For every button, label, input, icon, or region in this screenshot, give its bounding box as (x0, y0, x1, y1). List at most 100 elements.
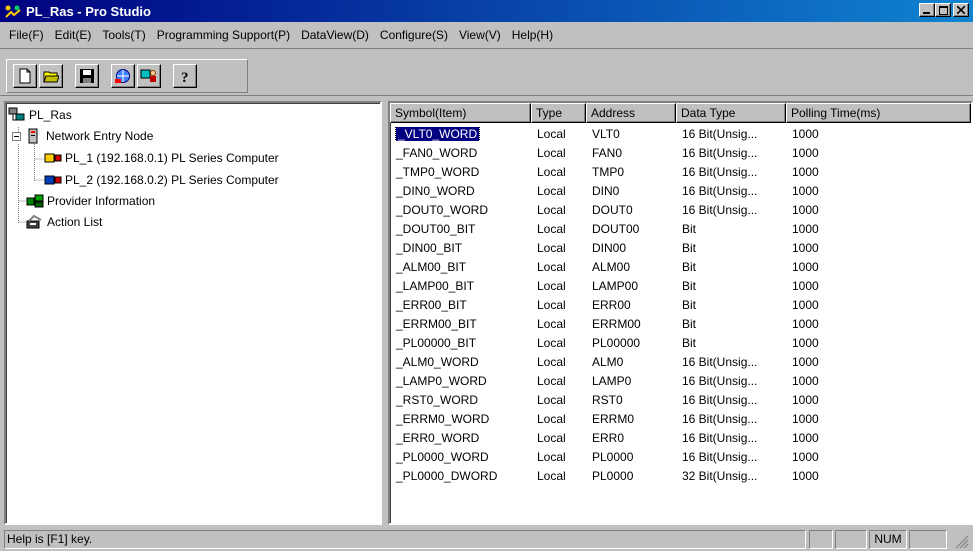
menu-file[interactable]: File(F) (4, 26, 50, 44)
cell-data-type-text: 16 Bit(Unsig... (682, 392, 758, 407)
cell-address-text: PL0000 (592, 449, 634, 464)
cell-address-text: ALM0 (592, 354, 624, 369)
symbol-list-view[interactable]: Symbol(Item) Type Address Data Type Poll… (388, 101, 973, 525)
save-button[interactable] (75, 64, 99, 88)
cell-type: Local (531, 336, 586, 350)
table-row[interactable]: _LAMP0_WORD Local LAMP0 16 Bit(Unsig... 1000 (390, 371, 971, 390)
cell-data-type-text: 32 Bit(Unsig... (682, 468, 758, 483)
tree-item-provider[interactable]: Provider Information (26, 191, 155, 211)
network-button[interactable] (111, 64, 135, 88)
table-row[interactable]: _DOUT0_WORD Local DOUT0 16 Bit(Unsig... 1000 (390, 200, 971, 219)
cell-polling-time: 1000 (786, 203, 971, 217)
cell-address: DIN00 (586, 241, 676, 255)
tree-item-pl2[interactable]: PL_2 (192.168.0.2) PL Series Computer (44, 170, 279, 190)
cell-polling-time-text: 1000 (792, 468, 819, 483)
table-row[interactable]: _RST0_WORD Local RST0 16 Bit(Unsig... 1000 (390, 390, 971, 409)
menu-tools[interactable]: Tools(T) (97, 26, 151, 44)
cell-symbol: _DIN00_BIT (390, 241, 531, 255)
cell-data-type-text: 16 Bit(Unsig... (682, 126, 758, 141)
cell-polling-time-text: 1000 (792, 202, 819, 217)
provider-info-icon (26, 193, 44, 209)
cell-type: Local (531, 374, 586, 388)
cell-data-type-text: 16 Bit(Unsig... (682, 373, 758, 388)
table-row[interactable]: _DIN0_WORD Local DIN0 16 Bit(Unsig... 1000 (390, 181, 971, 200)
table-row[interactable]: _ERR00_BIT Local ERR00 Bit 1000 (390, 295, 971, 314)
close-button[interactable] (953, 3, 969, 17)
table-row[interactable]: _ALM00_BIT Local ALM00 Bit 1000 (390, 257, 971, 276)
table-row[interactable]: _DIN00_BIT Local DIN00 Bit 1000 (390, 238, 971, 257)
table-row[interactable]: _TMP0_WORD Local TMP0 16 Bit(Unsig... 1000 (390, 162, 971, 181)
menu-programming-support[interactable]: Programming Support(P) (152, 26, 296, 44)
monitor-button[interactable] (137, 64, 161, 88)
app-network-icon[interactable] (4, 3, 22, 19)
cell-symbol-text: _DIN0_WORD (396, 183, 475, 198)
minimize-button[interactable] (919, 3, 935, 17)
cell-address: TMP0 (586, 165, 676, 179)
table-row[interactable]: _LAMP00_BIT Local LAMP00 Bit 1000 (390, 276, 971, 295)
cell-address: PL0000 (586, 469, 676, 483)
cell-symbol-text: _ALM00_BIT (396, 259, 467, 274)
cell-symbol: _PL0000_DWORD (390, 469, 531, 483)
tree-item-pl1[interactable]: PL_1 (192.168.0.1) PL Series Computer (44, 148, 279, 168)
title-bar: PL_Ras - Pro Studio (0, 0, 973, 22)
column-header-type[interactable]: Type (531, 103, 586, 123)
menu-edit[interactable]: Edit(E) (50, 26, 98, 44)
menu-configure[interactable]: Configure(S) (375, 26, 454, 44)
table-row[interactable]: _ALM0_WORD Local ALM0 16 Bit(Unsig... 1000 (390, 352, 971, 371)
table-row[interactable]: _PL00000_BIT Local PL00000 Bit 1000 (390, 333, 971, 352)
cell-symbol: _RST0_WORD (390, 393, 531, 407)
cell-address-text: TMP0 (592, 164, 625, 179)
cell-polling-time-text: 1000 (792, 430, 819, 445)
cell-symbol: _LAMP00_BIT (390, 279, 531, 293)
cell-type: Local (531, 127, 586, 141)
column-header-address[interactable]: Address (586, 103, 676, 123)
new-button[interactable] (13, 64, 37, 88)
cell-address: LAMP0 (586, 374, 676, 388)
cell-symbol: _DOUT00_BIT (390, 222, 531, 236)
cell-polling-time: 1000 (786, 222, 971, 236)
maximize-button[interactable] (935, 3, 951, 17)
cell-address-text: ERRM00 (592, 316, 641, 331)
collapse-toggle-icon[interactable] (12, 131, 21, 141)
tree-view[interactable]: PL_Ras Network Entry Node PL_1 (192.168.… (4, 101, 382, 525)
tree-item-network-entry[interactable]: Network Entry Node (12, 126, 153, 146)
new-document-icon (19, 68, 31, 84)
column-header-symbol[interactable]: Symbol(Item) (390, 103, 531, 123)
table-row[interactable]: _PL0000_WORD Local PL0000 16 Bit(Unsig... 10… (390, 447, 971, 466)
cell-symbol: _ERRM00_BIT (390, 317, 531, 331)
table-row[interactable]: _VLT0_WORD Local VLT0 16 Bit(Unsig... 1000 (390, 124, 971, 143)
cell-polling-time: 1000 (786, 298, 971, 312)
cell-address: ERR00 (586, 298, 676, 312)
column-header-polling-time[interactable]: Polling Time(ms) (786, 103, 971, 123)
status-cell-blank-3 (909, 530, 947, 549)
menu-view[interactable]: View(V) (454, 26, 507, 44)
cell-address-text: ERR0 (592, 430, 625, 445)
save-disk-icon (80, 69, 94, 83)
cell-symbol: _DIN0_WORD (390, 184, 531, 198)
table-row[interactable]: _FAN0_WORD Local FAN0 16 Bit(Unsig... 1000 (390, 143, 971, 162)
help-button[interactable]: ? (173, 64, 197, 88)
cell-symbol-text: _FAN0_WORD (396, 145, 478, 160)
resize-grip-icon[interactable] (955, 535, 969, 549)
tree-item-action-list[interactable]: Action List (26, 212, 102, 232)
table-row[interactable]: _ERRM00_BIT Local ERRM00 Bit 1000 (390, 314, 971, 333)
menu-help[interactable]: Help(H) (507, 26, 559, 44)
cell-data-type: 16 Bit(Unsig... (676, 393, 786, 407)
menu-dataview[interactable]: DataView(D) (296, 26, 375, 44)
cell-address-text: DIN0 (592, 183, 620, 198)
table-row[interactable]: _DOUT00_BIT Local DOUT00 Bit 1000 (390, 219, 971, 238)
cell-address: ALM0 (586, 355, 676, 369)
tree-label-root: PL_Ras (29, 108, 72, 122)
pl-computer-blue-icon (44, 172, 62, 188)
cell-symbol-text: _PL0000_WORD (396, 449, 489, 464)
column-header-data-type[interactable]: Data Type (676, 103, 786, 123)
cell-address: FAN0 (586, 146, 676, 160)
tree-label-pl1: PL_1 (192.168.0.1) PL Series Computer (65, 151, 279, 165)
open-button[interactable] (39, 64, 63, 88)
tree-item-root[interactable]: PL_Ras (8, 105, 72, 125)
table-row[interactable]: _PL0000_DWORD Local PL0000 32 Bit(Unsig... 1… (390, 466, 971, 485)
cell-address-text: VLT0 (592, 126, 620, 141)
table-row[interactable]: _ERR0_WORD Local ERR0 16 Bit(Unsig... 1000 (390, 428, 971, 447)
cell-address-text: PL0000 (592, 468, 634, 483)
table-row[interactable]: _ERRM0_WORD Local ERRM0 16 Bit(Unsig... 1000 (390, 409, 971, 428)
